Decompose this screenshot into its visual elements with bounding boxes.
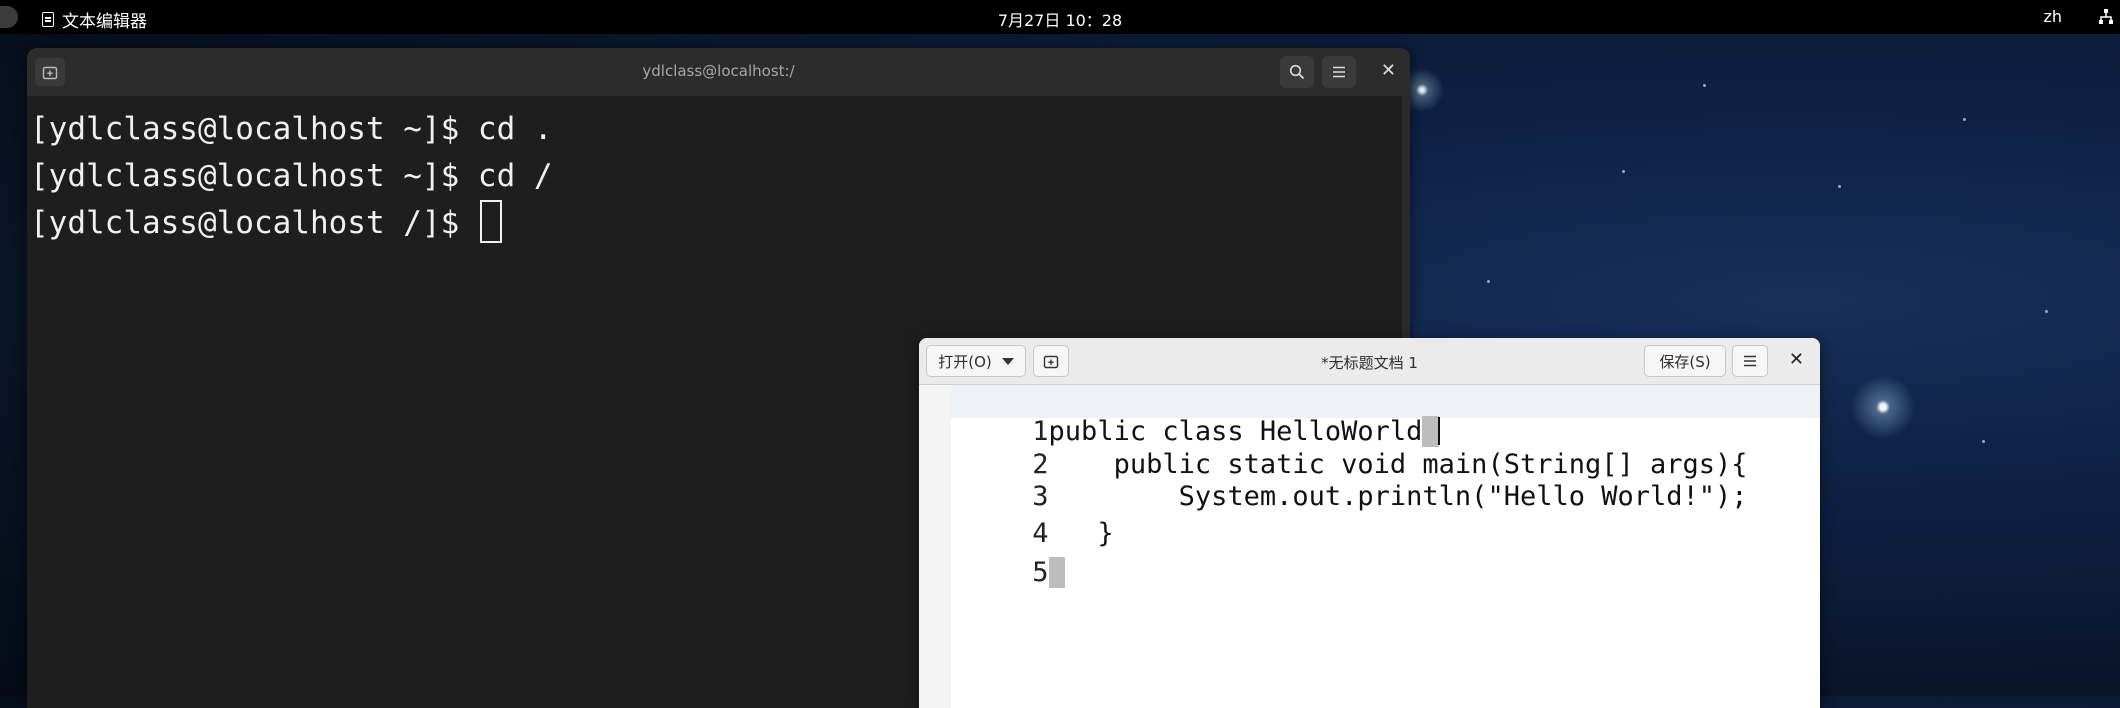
app-name: 文本编辑器 (62, 12, 147, 32)
terminal-cursor (479, 200, 502, 243)
search-icon (1289, 64, 1305, 80)
save-button-label: 保存(S) (1659, 352, 1711, 371)
app-menu[interactable]: 文本编辑器 (42, 7, 147, 32)
star-decoration (1703, 84, 1706, 87)
star-decoration (1622, 170, 1625, 173)
close-icon: ✕ (1380, 60, 1396, 81)
terminal-prompt: [ydlclass@localhost /]$ (30, 205, 478, 241)
text-editor-window[interactable]: 打开(O) *无标题文档 1 保存(S) ✕ 1public class Hel… (919, 338, 1820, 708)
chevron-down-icon (1001, 357, 1014, 365)
activities-button[interactable] (0, 6, 18, 28)
top-panel: 文本编辑器 7月27日 10：28 zh (0, 0, 2120, 34)
terminal-close-button[interactable]: ✕ (1381, 60, 1396, 81)
code-text: System.out.println("Hello World!"); (1048, 481, 1748, 512)
terminal-headerbar[interactable]: ydlclass@localhost:/ ✕ (27, 48, 1410, 96)
code-line[interactable]: 2 public static void main(String[] args)… (919, 418, 1747, 480)
code-line[interactable]: 5} (919, 526, 1065, 588)
terminal-search-button[interactable] (1280, 56, 1314, 88)
new-document-icon (1043, 355, 1059, 369)
matching-bracket: } (1048, 557, 1065, 588)
save-button[interactable]: 保存(S) (1644, 345, 1726, 377)
hamburger-menu-icon (1333, 66, 1345, 78)
terminal-line: [ydlclass@localhost ~]$ cd . (30, 111, 553, 147)
terminal-line: [ydlclass@localhost /]$ (30, 200, 1410, 247)
star-decoration (1963, 118, 1966, 121)
terminal-line: [ydlclass@localhost ~]$ cd / (30, 158, 553, 194)
code-line[interactable]: 4 } (919, 487, 1113, 549)
editor-headerbar[interactable]: 打开(O) *无标题文档 1 保存(S) ✕ (919, 338, 1820, 385)
star-decoration (1487, 280, 1490, 283)
terminal-output[interactable]: [ydlclass@localhost ~]$ cd . [ydlclass@lo… (27, 96, 1410, 247)
document-icon (42, 12, 54, 27)
code-line[interactable]: 3 System.out.println("Hello World!"); (919, 450, 1747, 512)
line-number: 5 (1032, 557, 1049, 588)
terminal-menu-button[interactable] (1322, 56, 1356, 88)
open-button-label: 打开(O) (938, 352, 992, 371)
star-decoration (2045, 310, 2048, 313)
star-decoration (1982, 440, 1985, 443)
terminal-title: ydlclass@localhost:/ (642, 62, 795, 80)
star-decoration (1838, 185, 1841, 188)
new-document-button[interactable] (1033, 345, 1069, 377)
open-button[interactable]: 打开(O) (926, 345, 1026, 377)
code-line[interactable]: 1public class HelloWorld{ (919, 385, 1440, 447)
hamburger-menu-icon (1744, 355, 1756, 367)
editor-menu-button[interactable] (1732, 345, 1768, 377)
editor-text-area[interactable]: 1public class HelloWorld{ 2 public stati… (919, 385, 1820, 708)
input-method-indicator[interactable]: zh (2043, 7, 2062, 26)
clock[interactable]: 7月27日 10：28 (998, 11, 1122, 30)
close-icon: ✕ (1788, 349, 1804, 370)
network-icon[interactable] (2098, 8, 2114, 26)
editor-close-button[interactable]: ✕ (1789, 349, 1804, 370)
